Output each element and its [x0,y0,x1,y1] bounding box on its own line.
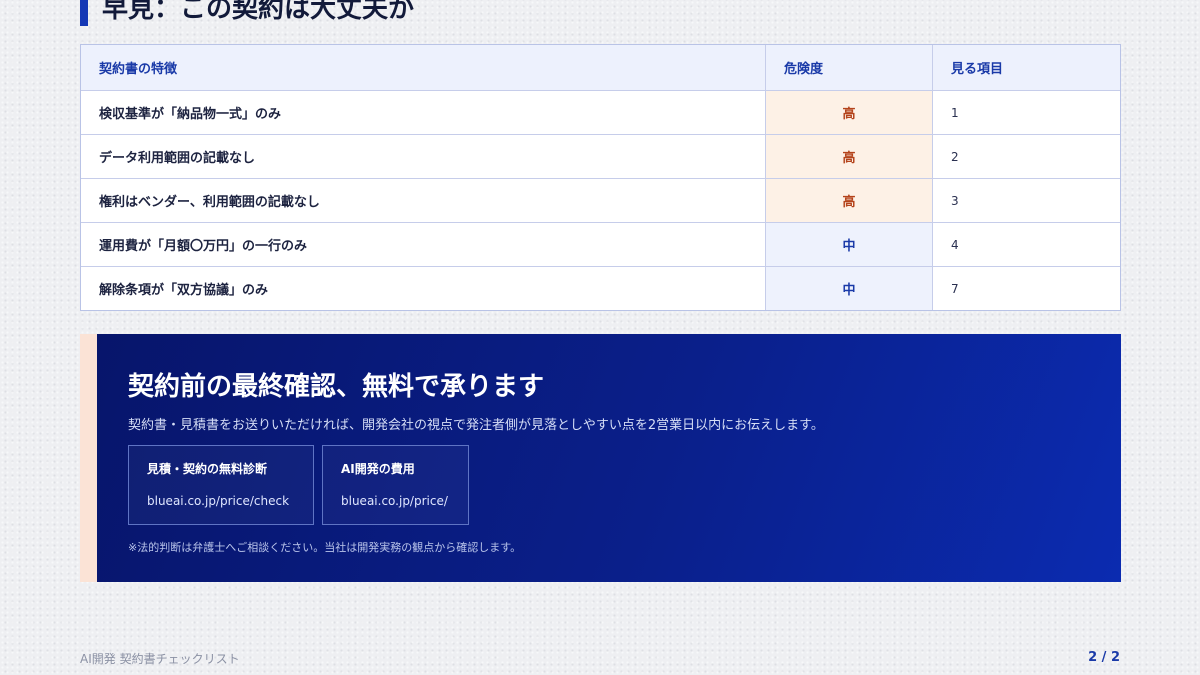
disclaimer-note: ※法的判断は弁護士へご相談ください。当社は開発実務の観点から確認します。 [128,541,522,554]
free-diagnosis-link-box[interactable]: 見積・契約の無料診断 blueai.co.jp/price/check [128,445,314,525]
feature-cell: データ利用範囲の記載なし [81,135,766,178]
pricing-link-box[interactable]: AI開発の費用 blueai.co.jp/price/ [322,445,469,525]
cta-description: 契約書・見積書をお送りいただければ、開発会社の視点で発注者側が見落としやすい点を… [128,418,824,433]
risk-cell: 中 [766,223,933,266]
heading-accent-bar [80,0,88,26]
feature-cell: 運用費が「月額〇万円」の一行のみ [81,223,766,266]
table-row: 解除条項が「双方協議」のみ 中 7 [81,266,1120,310]
item-cell: 7 [951,281,959,296]
table-row: 権利はベンダー、利用範囲の記載なし 高 3 [81,178,1120,222]
column-header-feature: 契約書の特徴 [81,45,766,90]
cta-title: 契約前の最終確認、無料で承ります [128,372,545,402]
table-row: データ利用範囲の記載なし 高 2 [81,134,1120,178]
item-cell: 2 [951,149,959,164]
column-header-risk: 危険度 [766,45,933,90]
column-header-item: 見る項目 [951,62,1004,77]
footer-document-title: AI開発 契約書チェックリスト [80,652,240,666]
table-row: 検収基準が「納品物一式」のみ 高 1 [81,90,1120,134]
page-number: 2 / 2 [1088,650,1120,665]
risk-cell: 高 [766,135,933,178]
feature-cell: 解除条項が「双方協議」のみ [81,267,766,310]
feature-cell: 検収基準が「納品物一式」のみ [81,91,766,134]
item-cell: 1 [951,105,959,120]
cta-panel: 契約前の最終確認、無料で承ります 契約書・見積書をお送りいただければ、開発会社の… [80,334,1121,582]
page-title: 早見：この契約は大丈夫か [102,0,415,24]
link-url[interactable]: blueai.co.jp/price/check [147,494,295,508]
risk-table: 契約書の特徴 危険度 見る項目 検収基準が「納品物一式」のみ 高 1 データ利用… [80,44,1121,311]
link-label: AI開発の費用 [341,462,415,476]
table-header-row: 契約書の特徴 危険度 見る項目 [81,45,1120,90]
link-label: 見積・契約の無料診断 [147,462,268,476]
link-url[interactable]: blueai.co.jp/price/ [341,494,450,508]
section-heading: 早見：この契約は大丈夫か [80,0,414,26]
risk-cell: 高 [766,91,933,134]
item-cell: 4 [951,237,959,252]
feature-cell: 権利はベンダー、利用範囲の記載なし [81,179,766,222]
table-row: 運用費が「月額〇万円」の一行のみ 中 4 [81,222,1120,266]
risk-cell: 中 [766,267,933,310]
risk-cell: 高 [766,179,933,222]
item-cell: 3 [951,193,959,208]
